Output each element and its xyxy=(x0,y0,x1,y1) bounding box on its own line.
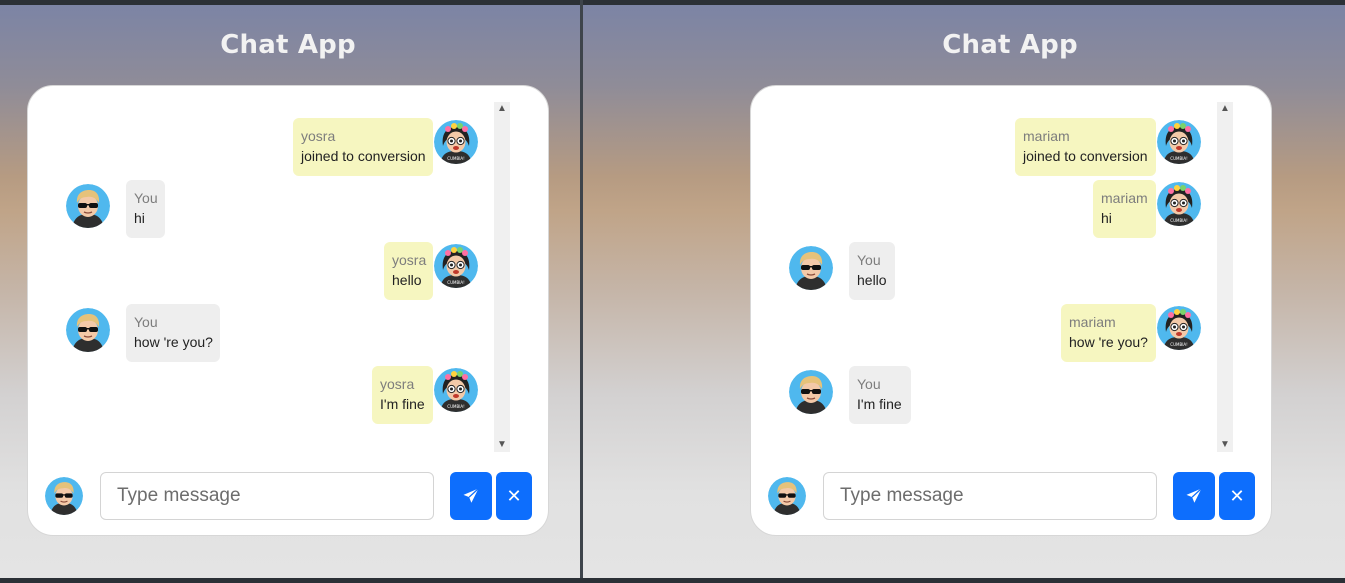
left-chat-window: Chat App yosra joined to conversion You … xyxy=(0,5,580,578)
app-title: Chat App xyxy=(220,30,356,60)
chevron-down-icon[interactable]: ▼ xyxy=(1217,438,1233,452)
message-incoming: mariam how 're you? xyxy=(751,304,1221,364)
message-bubble: You hi xyxy=(126,180,165,238)
message-bubble: yosra joined to conversion xyxy=(293,118,433,176)
message-text: joined to conversion xyxy=(1023,148,1148,164)
avatar-icon xyxy=(1157,182,1201,226)
message-list[interactable]: yosra joined to conversion You hi yosra … xyxy=(28,86,548,456)
message-sender: yosra xyxy=(392,252,427,268)
message-outgoing: You how 're you? xyxy=(28,304,498,364)
chat-card: yosra joined to conversion You hi yosra … xyxy=(27,85,549,536)
message-bubble: You I'm fine xyxy=(849,366,911,424)
message-incoming: mariam hi xyxy=(751,180,1221,240)
avatar-icon xyxy=(434,368,478,412)
message-list[interactable]: mariam joined to conversion mariam hi Yo… xyxy=(751,86,1271,456)
message-sender: mariam xyxy=(1101,190,1148,206)
chevron-up-icon[interactable]: ▲ xyxy=(494,102,510,116)
message-text: I'm fine xyxy=(380,396,425,412)
message-incoming: mariam joined to conversion xyxy=(751,118,1221,178)
message-sender: mariam xyxy=(1069,314,1116,330)
message-input[interactable] xyxy=(823,472,1157,520)
avatar-icon xyxy=(66,308,110,352)
message-bubble: mariam hi xyxy=(1093,180,1156,238)
avatar-icon xyxy=(789,370,833,414)
paper-plane-icon xyxy=(1186,488,1202,503)
close-icon: ✕ xyxy=(1229,485,1245,507)
message-bubble: mariam joined to conversion xyxy=(1015,118,1156,176)
message-text: joined to conversion xyxy=(301,148,426,164)
paper-plane-icon xyxy=(463,488,479,503)
window-bottom-edge xyxy=(0,578,1345,583)
send-button[interactable] xyxy=(450,472,492,520)
message-bubble: yosra hello xyxy=(384,242,433,300)
message-scrollbar[interactable]: ▲ ▼ xyxy=(1217,102,1233,452)
avatar-icon xyxy=(434,244,478,288)
message-outgoing: You I'm fine xyxy=(751,366,1221,426)
avatar-icon xyxy=(789,246,833,290)
message-bubble: You hello xyxy=(849,242,895,300)
send-button[interactable] xyxy=(1173,472,1215,520)
message-composer: ✕ xyxy=(28,471,548,521)
message-outgoing: You hi xyxy=(28,180,498,240)
message-sender: You xyxy=(134,314,158,330)
message-bubble: yosra I'm fine xyxy=(372,366,433,424)
message-sender: You xyxy=(134,190,158,206)
message-input[interactable] xyxy=(100,472,434,520)
message-incoming: yosra I'm fine xyxy=(28,366,498,426)
message-sender: mariam xyxy=(1023,128,1070,144)
message-text: hi xyxy=(1101,210,1112,226)
message-text: how 're you? xyxy=(1069,334,1148,350)
avatar-icon xyxy=(45,477,83,515)
close-button[interactable]: ✕ xyxy=(496,472,532,520)
avatar-icon xyxy=(1157,306,1201,350)
message-sender: You xyxy=(857,252,881,268)
message-composer: ✕ xyxy=(751,471,1271,521)
close-button[interactable]: ✕ xyxy=(1219,472,1255,520)
avatar-icon xyxy=(768,477,806,515)
message-sender: yosra xyxy=(380,376,415,392)
message-text: how 're you? xyxy=(134,334,213,350)
chevron-up-icon[interactable]: ▲ xyxy=(1217,102,1233,116)
message-bubble: You how 're you? xyxy=(126,304,220,362)
message-sender: yosra xyxy=(301,128,336,144)
message-incoming: yosra hello xyxy=(28,242,498,302)
right-chat-window: Chat App mariam joined to conversion mar… xyxy=(583,5,1345,578)
avatar-icon xyxy=(66,184,110,228)
avatar-icon xyxy=(1157,120,1201,164)
message-text: I'm fine xyxy=(857,396,902,412)
chevron-down-icon[interactable]: ▼ xyxy=(494,438,510,452)
message-text: hello xyxy=(857,272,887,288)
chat-card: mariam joined to conversion mariam hi Yo… xyxy=(750,85,1272,536)
message-sender: You xyxy=(857,376,881,392)
message-outgoing: You hello xyxy=(751,242,1221,302)
message-bubble: mariam how 're you? xyxy=(1061,304,1156,362)
app-title: Chat App xyxy=(942,30,1078,60)
message-text: hello xyxy=(392,272,422,288)
close-icon: ✕ xyxy=(506,485,522,507)
message-text: hi xyxy=(134,210,145,226)
avatar-icon xyxy=(434,120,478,164)
message-incoming: yosra joined to conversion xyxy=(28,118,498,178)
message-scrollbar[interactable]: ▲ ▼ xyxy=(494,102,510,452)
